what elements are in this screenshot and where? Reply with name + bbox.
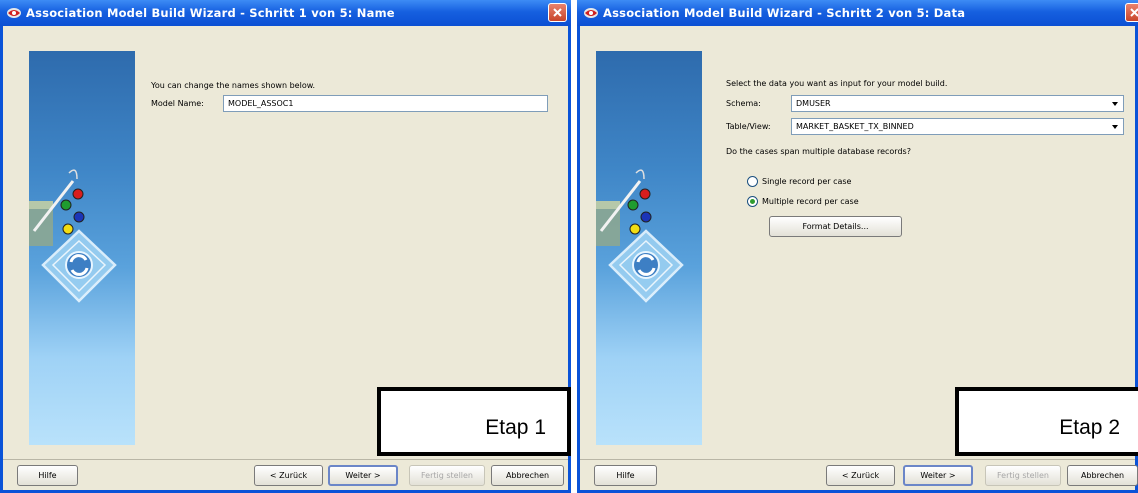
button-bar: Hilfe < Zurück Weiter > Fertig stellen A… bbox=[580, 459, 1138, 490]
chevron-down-icon bbox=[1112, 125, 1118, 129]
schema-dropdown[interactable]: DMUSER bbox=[791, 95, 1124, 112]
dialog-body: Select the data you want as input for yo… bbox=[580, 26, 1138, 490]
model-name-label: Model Name: bbox=[151, 99, 204, 108]
next-button[interactable]: Weiter > bbox=[328, 465, 398, 486]
window-title: Association Model Build Wizard - Schritt… bbox=[26, 6, 395, 20]
wizard-window-step1: Association Model Build Wizard - Schritt… bbox=[0, 0, 571, 493]
model-name-value: MODEL_ASSOC1 bbox=[228, 99, 294, 108]
close-button[interactable] bbox=[548, 3, 567, 22]
dialog-body: You can change the names shown below. Mo… bbox=[3, 26, 571, 490]
cancel-button[interactable]: Abbrechen bbox=[1067, 465, 1138, 486]
wizard-graphic-icon bbox=[29, 169, 117, 303]
question-text: Do the cases span multiple database reco… bbox=[726, 147, 911, 156]
button-bar: Hilfe < Zurück Weiter > Fertig stellen A… bbox=[3, 459, 568, 490]
title-bar[interactable]: Association Model Build Wizard - Schritt… bbox=[577, 0, 1138, 26]
close-icon bbox=[1130, 8, 1138, 17]
help-button[interactable]: Hilfe bbox=[594, 465, 657, 486]
format-details-button[interactable]: Format Details... bbox=[769, 216, 902, 237]
wizard-side-image bbox=[596, 51, 702, 445]
next-button[interactable]: Weiter > bbox=[903, 465, 973, 486]
chevron-down-icon bbox=[1112, 102, 1118, 106]
close-icon bbox=[553, 8, 562, 17]
back-button[interactable]: < Zurück bbox=[826, 465, 895, 486]
finish-button[interactable]: Fertig stellen bbox=[985, 465, 1061, 486]
wizard-graphic-icon bbox=[596, 169, 684, 303]
etap-label-box: Etap 1 bbox=[377, 387, 571, 456]
schema-label: Schema: bbox=[726, 99, 761, 108]
finish-button[interactable]: Fertig stellen bbox=[409, 465, 485, 486]
wizard-window-step2: Association Model Build Wizard - Schritt… bbox=[577, 0, 1138, 493]
table-view-value: MARKET_BASKET_TX_BINNED bbox=[796, 122, 914, 131]
help-button[interactable]: Hilfe bbox=[17, 465, 78, 486]
etap-label: Etap 2 bbox=[1059, 416, 1120, 439]
radio-selected-dot bbox=[750, 199, 755, 204]
radio-single-label[interactable]: Single record per case bbox=[762, 177, 851, 186]
oracle-app-icon bbox=[7, 8, 21, 18]
back-button[interactable]: < Zurück bbox=[254, 465, 323, 486]
table-view-dropdown[interactable]: MARKET_BASKET_TX_BINNED bbox=[791, 118, 1124, 135]
intro-text: You can change the names shown below. bbox=[151, 81, 316, 90]
wizard-side-image bbox=[29, 51, 135, 445]
radio-multiple-record[interactable] bbox=[747, 196, 758, 207]
etap-label-box: Etap 2 bbox=[955, 387, 1138, 456]
table-view-label: Table/View: bbox=[726, 122, 771, 131]
radio-single-record[interactable] bbox=[747, 176, 758, 187]
window-title: Association Model Build Wizard - Schritt… bbox=[603, 6, 966, 20]
radio-multiple-label[interactable]: Multiple record per case bbox=[762, 197, 859, 206]
title-bar[interactable]: Association Model Build Wizard - Schritt… bbox=[0, 0, 571, 26]
schema-value: DMUSER bbox=[796, 99, 831, 108]
etap-label: Etap 1 bbox=[485, 416, 546, 439]
model-name-input[interactable]: MODEL_ASSOC1 bbox=[223, 95, 548, 112]
oracle-app-icon bbox=[584, 8, 598, 18]
cancel-button[interactable]: Abbrechen bbox=[491, 465, 564, 486]
intro-text: Select the data you want as input for yo… bbox=[726, 79, 948, 88]
close-button[interactable] bbox=[1125, 3, 1138, 22]
